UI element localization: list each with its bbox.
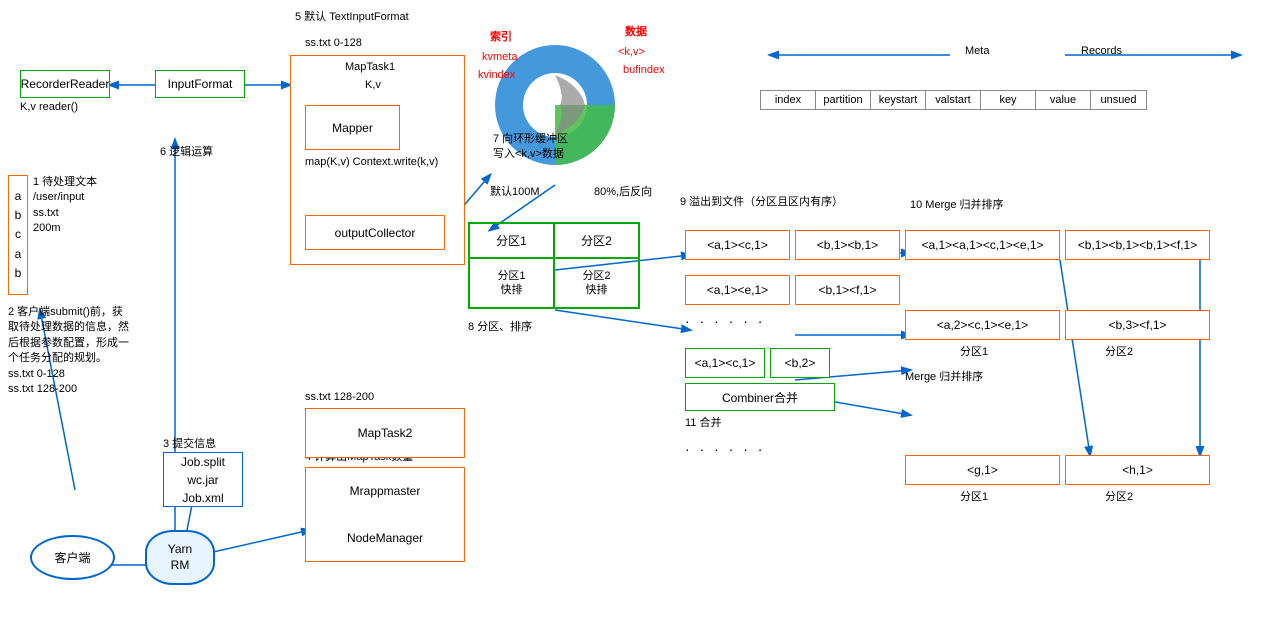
- kvmeta-label: kvmeta: [482, 50, 517, 65]
- spill-b1b1: <b,1><b,1>: [795, 230, 900, 260]
- col-valstart: valstart: [926, 91, 981, 109]
- dots2: · · · · · ·: [685, 440, 765, 460]
- p2-final-label: 分区2: [1105, 345, 1133, 360]
- col-unsued: unsued: [1091, 91, 1146, 109]
- col-index: index: [761, 91, 816, 109]
- a1c1-box: <a,1><c,1>: [685, 348, 765, 378]
- step2-label: 2 客户端submit()前，获取待处理数据的信息，然后根据参数配置，形成一个任…: [8, 305, 178, 397]
- p2-top: 分区2: [554, 223, 639, 258]
- mrapp-box: Mrappmaster NodeManager: [305, 467, 465, 562]
- p1-bottom-label: 分区1: [960, 490, 988, 505]
- yarn-rm-box: YarnRM: [145, 530, 215, 585]
- spill-a1e1: <a,1><e,1>: [685, 275, 790, 305]
- p1-sort: 分区1快排: [469, 258, 554, 308]
- final-partition-row: <g,1> <h,1>: [905, 455, 1210, 485]
- spill-row2: <a,1><e,1> <b,1><f,1>: [685, 275, 900, 305]
- step9-label: 9 溢出到文件（分区且区内有序）: [680, 195, 843, 210]
- merge-row1: <a,1><a,1><c,1><e,1> <b,1><b,1><b,1><f,1…: [905, 230, 1210, 260]
- kvindex-label: kvindex: [478, 68, 515, 83]
- kv-reader-label: K,v reader(): [20, 100, 78, 115]
- dots1: · · · · · ·: [685, 312, 765, 332]
- step1-label: 1 待处理文本/user/inputss.txt200m: [33, 175, 97, 237]
- meta-label: Meta: [965, 44, 989, 59]
- job-split-label: Job.splitwc.jarJob.xml: [181, 453, 225, 507]
- step10-label: 10 Merge 归并排序: [910, 198, 1004, 213]
- default-size-label: 默认100M: [490, 185, 540, 200]
- diagram: 5 默认 TextInputFormat ss.txt 0-128 MapTas…: [0, 0, 1282, 623]
- p2-sort: 分区2快排: [554, 258, 639, 308]
- step11-label: 11 合并: [685, 416, 721, 431]
- mrappmaster-label: Mrappmaster: [350, 484, 421, 498]
- merge-a1a1c1e1: <a,1><a,1><c,1><e,1>: [905, 230, 1060, 260]
- kv-top-label: K,v: [365, 78, 381, 93]
- spill-b1f1: <b,1><f,1>: [795, 275, 900, 305]
- col-keystart: keystart: [871, 91, 926, 109]
- recorder-reader-box: RecorderReader: [20, 70, 110, 98]
- maptask2-box: MapTask2: [305, 408, 465, 458]
- mapper-label: Mapper: [332, 121, 373, 135]
- final-g1: <g,1>: [905, 455, 1060, 485]
- input-data-box: abcab: [8, 175, 28, 295]
- recorder-reader-label: RecorderReader: [21, 77, 110, 91]
- merge-a2c1e1: <a,2><c,1><e,1>: [905, 310, 1060, 340]
- final-h1: <h,1>: [1065, 455, 1210, 485]
- merge-b3f1: <b,3><f,1>: [1065, 310, 1210, 340]
- job-split-box: Job.splitwc.jarJob.xml: [163, 452, 243, 507]
- header-table: index partition keystart valstart key va…: [760, 90, 1147, 110]
- kv-pair-label: <k,v>: [618, 45, 645, 60]
- nodemanager-label: NodeManager: [347, 531, 423, 545]
- step8-label: 8 分区、排序: [468, 320, 532, 335]
- maptask2-label: MapTask2: [358, 426, 413, 440]
- output-collector-label: outputCollector: [335, 226, 416, 240]
- yarn-rm-label: YarnRM: [168, 542, 192, 573]
- records-label: Records: [1081, 44, 1122, 59]
- spill-row1: <a,1><c,1> <b,1><b,1>: [685, 230, 900, 260]
- p1-final-label: 分区1: [960, 345, 988, 360]
- data-label: 数据: [625, 25, 647, 40]
- percent-label: 80%,后反向: [594, 185, 652, 200]
- step7-label: 7 向环形缓冲区写入<k,v>数据: [493, 132, 568, 163]
- maptask1-label: MapTask1: [345, 60, 395, 75]
- input-format-label: InputFormat: [168, 77, 233, 91]
- input-format-box: InputFormat: [155, 70, 245, 98]
- bufindex-label: bufindex: [623, 63, 665, 78]
- merge-b1b1b1f1: <b,1><b,1><b,1><f,1>: [1065, 230, 1210, 260]
- mapper-box: Mapper: [305, 105, 400, 150]
- partition-grid: 分区1 分区2 分区1快排 分区2快排: [468, 222, 640, 309]
- index-label: 索引: [490, 30, 512, 45]
- step3-label: 3 提交信息: [163, 437, 216, 452]
- sstxt128200-label: ss.txt 128-200: [305, 390, 374, 405]
- mapkv-label: map(K,v) Context.write(k,v): [305, 155, 438, 170]
- col-value: value: [1036, 91, 1091, 109]
- spill-ac1: <a,1><c,1>: [685, 230, 790, 260]
- step5-label: 5 默认 TextInputFormat: [295, 10, 409, 25]
- step6-label: 6 逻辑运算: [160, 145, 213, 160]
- client-box: 客户端: [30, 535, 115, 580]
- combiner-row: <a,1><c,1> <b,2>: [685, 348, 830, 378]
- col-key: key: [981, 91, 1036, 109]
- sstxt0128-label: ss.txt 0-128: [305, 36, 362, 51]
- input-data-content: abcab: [15, 187, 22, 283]
- output-collector-box: outputCollector: [305, 215, 445, 250]
- col-partition: partition: [816, 91, 871, 109]
- p1-top: 分区1: [469, 223, 554, 258]
- merge-sort2-label: Merge 归并排序: [905, 370, 983, 385]
- client-label: 客户端: [54, 549, 90, 566]
- combiner-box: Combiner合并: [685, 383, 835, 411]
- p2-bottom-label: 分区2: [1105, 490, 1133, 505]
- merge-row2: <a,2><c,1><e,1> <b,3><f,1>: [905, 310, 1210, 340]
- b2-box: <b,2>: [770, 348, 830, 378]
